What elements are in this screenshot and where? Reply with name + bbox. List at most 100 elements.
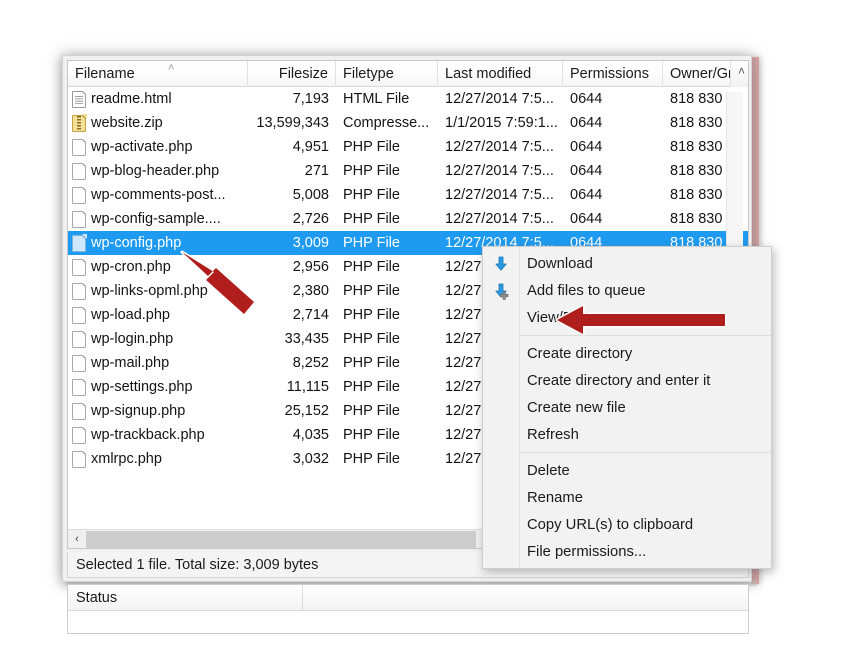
column-header-last-modified[interactable]: Last modified [438,61,563,87]
context-menu-item[interactable]: File permissions... [483,538,771,565]
file-row-filename-cell: wp-cron.php [68,255,248,279]
file-row-filename-label: website.zip [91,115,163,131]
file-row-filename-cell: wp-config-sample.... [68,207,248,231]
file-row-filename-cell: wp-settings.php [68,375,248,399]
file-row-filetype-cell: PHP File [343,451,400,467]
file-row-permissions-cell: 0644 [570,211,603,227]
file-row-filename-cell: wp-signup.php [68,399,248,423]
status-pane-body [68,611,748,633]
chevron-up-icon: ˄ [737,64,745,78]
table-row[interactable]: readme.html 7,193 HTML File 12/27/2014 7:5.… [68,87,748,111]
transfer-status-pane: Status [67,584,749,634]
file-row-filetype-cell: PHP File [343,427,400,443]
table-row[interactable]: wp-comments-post... 5,008 PHP File 12/27/20… [68,183,748,207]
file-row-filesize-cell: 3,032 [292,451,329,467]
file-row-filename-label: wp-load.php [91,307,170,323]
context-menu-item[interactable]: Copy URL(s) to clipboard [483,511,771,538]
file-row-filetype-cell: PHP File [343,259,400,275]
column-header-filetype[interactable]: Filetype [336,61,438,87]
file-row-filename-label: wp-comments-post... [91,187,226,203]
table-row[interactable]: wp-blog-header.php 271 PHP File 12/27/2014 … [68,159,748,183]
sort-ascending-caret-icon: ˄ [168,61,175,74]
file-row-filesize-cell: 2,714 [292,307,329,323]
context-menu-item[interactable]: Create new file [483,394,771,421]
page-background: Filename ˄ Filesize Filetype Last modifi… [0,0,850,645]
table-row[interactable]: wp-activate.php 4,951 PHP File 12/27/2014 7… [68,135,748,159]
file-row-filesize-cell: 2,726 [292,211,329,227]
horizontal-scrollbar-thumb[interactable] [86,530,476,548]
file-row-filetype-cell: PHP File [343,211,400,227]
file-row-filename-label: wp-config.php [91,235,182,251]
file-row-filename-cell: wp-login.php [68,327,248,351]
file-row-filetype-cell: PHP File [343,283,400,299]
file-row-filesize-cell: 2,956 [292,259,329,275]
file-row-filename-label: xmlrpc.php [91,451,162,467]
file-row-filename-cell: wp-load.php [68,303,248,327]
file-row-filetype-cell: PHP File [343,187,400,203]
file-row-filesize-cell: 8,252 [292,355,329,371]
file-row-permissions-cell: 0644 [570,163,603,179]
file-row-filesize-cell: 13,599,343 [256,115,329,131]
context-menu-item[interactable]: Refresh [483,421,771,448]
context-menu-item[interactable]: Rename [483,484,771,511]
php-file-icon [72,377,87,396]
status-column-header-empty[interactable] [303,585,748,611]
file-row-filetype-cell: PHP File [343,403,400,419]
file-context-menu[interactable]: Download Add files to queue View/Edit Creat… [482,246,772,569]
file-row-filename-cell: wp-config.php [68,231,248,255]
file-row-filename-label: wp-activate.php [91,139,193,155]
file-row-filename-cell: wp-comments-post... [68,183,248,207]
file-row-filetype-cell: Compresse... [343,115,430,131]
file-row-filename-label: wp-links-opml.php [91,283,208,299]
file-row-modified-cell: 12/27/2014 7:5... [445,91,554,107]
context-menu-item[interactable]: View/Edit [483,304,771,331]
php-file-icon [72,257,87,276]
table-row[interactable]: wp-config-sample.... 2,726 PHP File 12/27/2… [68,207,748,231]
context-menu-item-label: Copy URL(s) to clipboard [527,516,694,533]
file-row-filename-label: wp-cron.php [91,259,171,275]
context-menu-item[interactable]: Delete [483,457,771,484]
file-row-permissions-cell: 0644 [570,139,603,155]
file-row-filetype-cell: PHP File [343,379,400,395]
php-file-icon [72,401,87,420]
column-header-permissions[interactable]: Permissions [563,61,663,87]
file-row-filename-label: wp-trackback.php [91,427,205,443]
file-row-filename-cell: readme.html [68,87,248,111]
file-row-modified-cell: 1/1/2015 7:59:1... [445,115,558,131]
selection-summary-text: Selected 1 file. Total size: 3,009 bytes [76,556,319,573]
file-row-filesize-cell: 11,115 [286,379,329,395]
context-menu-item-label: Download [527,255,593,272]
file-row-filename-cell: xmlrpc.php [68,447,248,471]
php-file-icon [72,449,87,468]
context-menu-item-label: Create directory and enter it [527,372,711,389]
context-menu-item-label: View/Edit [527,309,589,326]
context-menu-item[interactable]: Create directory and enter it [483,367,771,394]
html-file-icon [72,89,87,108]
file-row-filename-cell: website.zip [68,111,248,135]
column-header-filesize[interactable]: Filesize [248,61,336,87]
file-row-permissions-cell: 0644 [570,187,603,203]
context-menu-item[interactable]: Create directory [483,340,771,367]
file-row-filename-cell: wp-links-opml.php [68,279,248,303]
context-menu-item-label: File permissions... [527,543,647,560]
file-row-filesize-cell: 271 [304,163,329,179]
context-menu-item-label: Create new file [527,399,626,416]
column-header-filename-label: Filename [75,65,135,82]
file-row-filesize-cell: 7,193 [292,91,329,107]
file-row-filetype-cell: PHP File [343,139,400,155]
add-to-queue-arrow-icon [492,282,510,300]
context-menu-item[interactable]: Download [483,250,771,277]
table-row[interactable]: website.zip 13,599,343 Compresse... 1/1/201… [68,111,748,135]
zip-file-icon [72,113,87,132]
scroll-left-arrow-icon[interactable]: ‹ [68,529,86,548]
php-file-icon [72,137,87,156]
file-row-filename-cell: wp-trackback.php [68,423,248,447]
status-column-header-status[interactable]: Status [68,584,303,611]
php-file-icon [72,185,87,204]
file-row-filesize-cell: 4,035 [292,427,329,443]
file-row-filename-cell: wp-blog-header.php [68,159,248,183]
context-menu-item[interactable]: Add files to queue [483,277,771,304]
file-row-filetype-cell: HTML File [343,91,410,107]
column-header-filename[interactable]: Filename ˄ [68,61,248,87]
context-menu-separator [520,335,771,336]
